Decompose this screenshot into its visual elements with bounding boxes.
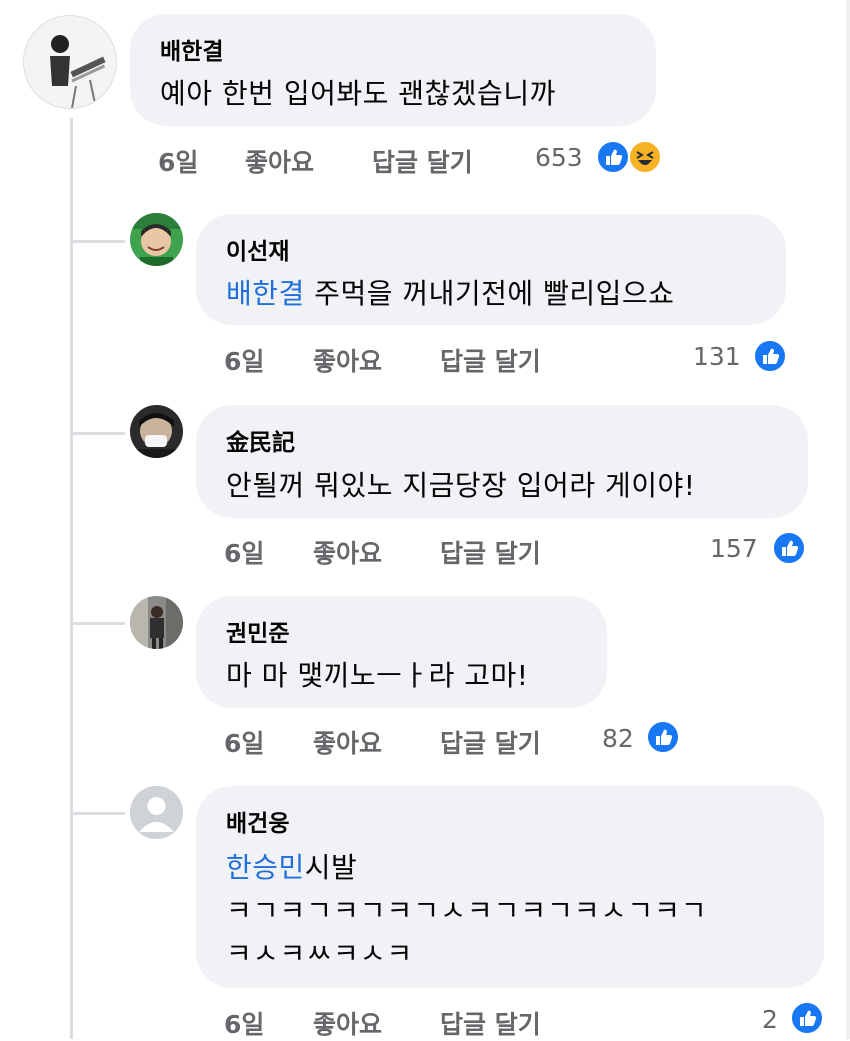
like-button[interactable]: 좋아요 <box>313 342 382 378</box>
reply-button[interactable]: 답글 달기 <box>440 534 541 570</box>
comment-time[interactable]: 6일 <box>224 342 264 378</box>
like-button[interactable]: 좋아요 <box>245 143 314 179</box>
comment-text: 마 마 맻끼노ㅡㅏ라 고마! <box>226 659 529 692</box>
reaction-count[interactable]: 157 <box>710 534 758 563</box>
comment-author[interactable]: 권민준 <box>226 614 289 648</box>
like-button[interactable]: 좋아요 <box>313 724 382 760</box>
like-icon <box>772 531 806 565</box>
like-icon <box>646 720 680 754</box>
comment-text-body: 시발 <box>304 851 358 884</box>
comment-text: 배한결 주먹을 꺼내기전에 빨리입으쇼 <box>226 272 674 312</box>
comment-text: 안될꺼 뭐있노 지금당장 입어라 게이야! <box>226 469 696 502</box>
comment-bubble: 이선재 배한결 주먹을 꺼내기전에 빨리입으쇼 <box>196 214 786 325</box>
like-icon <box>790 1001 824 1035</box>
reply-connector <box>70 432 125 435</box>
like-icon <box>753 339 787 373</box>
scrollbar[interactable] <box>846 0 850 1039</box>
avatar[interactable] <box>130 786 183 839</box>
reaction-count[interactable]: 82 <box>602 724 634 753</box>
comment-author[interactable]: 배건웅 <box>226 804 289 838</box>
reply-connector <box>70 812 125 815</box>
comment-bubble: 배건웅 한승민시발 ㅋㄱㅋㄱㅋㄱㅋㄱㅅㅋㄱㅋㄱㅋㅅㄱㅋㄱ ㅋㅅㅋㅆㅋㅅㅋ <box>196 786 824 988</box>
avatar[interactable] <box>130 405 183 458</box>
comment-bubble: 권민준 마 마 맻끼노ㅡㅏ라 고마! <box>196 596 607 708</box>
reaction-count[interactable]: 653 <box>535 143 583 172</box>
comment-bubble: 배한결 예아 한번 입어봐도 괜찮겠습니까 <box>130 14 656 126</box>
comment-author[interactable]: 배한결 <box>160 32 223 66</box>
reply-button[interactable]: 답글 달기 <box>372 143 473 179</box>
comment-time[interactable]: 6일 <box>158 143 198 179</box>
like-button[interactable]: 좋아요 <box>313 534 382 570</box>
like-button[interactable]: 좋아요 <box>313 1005 382 1041</box>
comment-time[interactable]: 6일 <box>224 724 264 760</box>
mention-link[interactable]: 배한결 <box>226 277 305 310</box>
reply-connector <box>70 622 125 625</box>
reaction-count[interactable]: 131 <box>693 342 741 371</box>
reaction-count[interactable]: 2 <box>762 1005 778 1034</box>
comment-text-body: 주먹을 꺼내기전에 빨리입으쇼 <box>304 277 675 310</box>
comment-author[interactable]: 金民記 <box>226 423 295 457</box>
comment-time[interactable]: 6일 <box>224 534 264 570</box>
avatar[interactable] <box>130 213 183 266</box>
reply-button[interactable]: 답글 달기 <box>440 724 541 760</box>
comment-text: 한승민시발 <box>226 846 357 886</box>
avatar[interactable] <box>23 15 117 109</box>
avatar[interactable] <box>130 596 183 649</box>
like-icon <box>596 140 630 174</box>
comment-time[interactable]: 6일 <box>224 1005 264 1041</box>
reply-thread-line <box>70 118 73 1039</box>
reply-button[interactable]: 답글 달기 <box>440 342 541 378</box>
comment-text: 예아 한번 입어봐도 괜찮겠습니까 <box>160 77 556 110</box>
comment-text-line: ㅋㅅㅋㅆㅋㅅㅋ <box>226 937 414 970</box>
reply-connector <box>70 240 125 243</box>
comment-author[interactable]: 이선재 <box>226 232 289 266</box>
comment-text-line: ㅋㄱㅋㄱㅋㄱㅋㄱㅅㅋㄱㅋㄱㅋㅅㄱㅋㄱ <box>226 894 708 927</box>
haha-icon <box>628 140 662 174</box>
mention-link[interactable]: 한승민 <box>226 851 305 884</box>
comment-bubble: 金民記 안될꺼 뭐있노 지금당장 입어라 게이야! <box>196 405 808 518</box>
reply-button[interactable]: 답글 달기 <box>440 1005 541 1041</box>
